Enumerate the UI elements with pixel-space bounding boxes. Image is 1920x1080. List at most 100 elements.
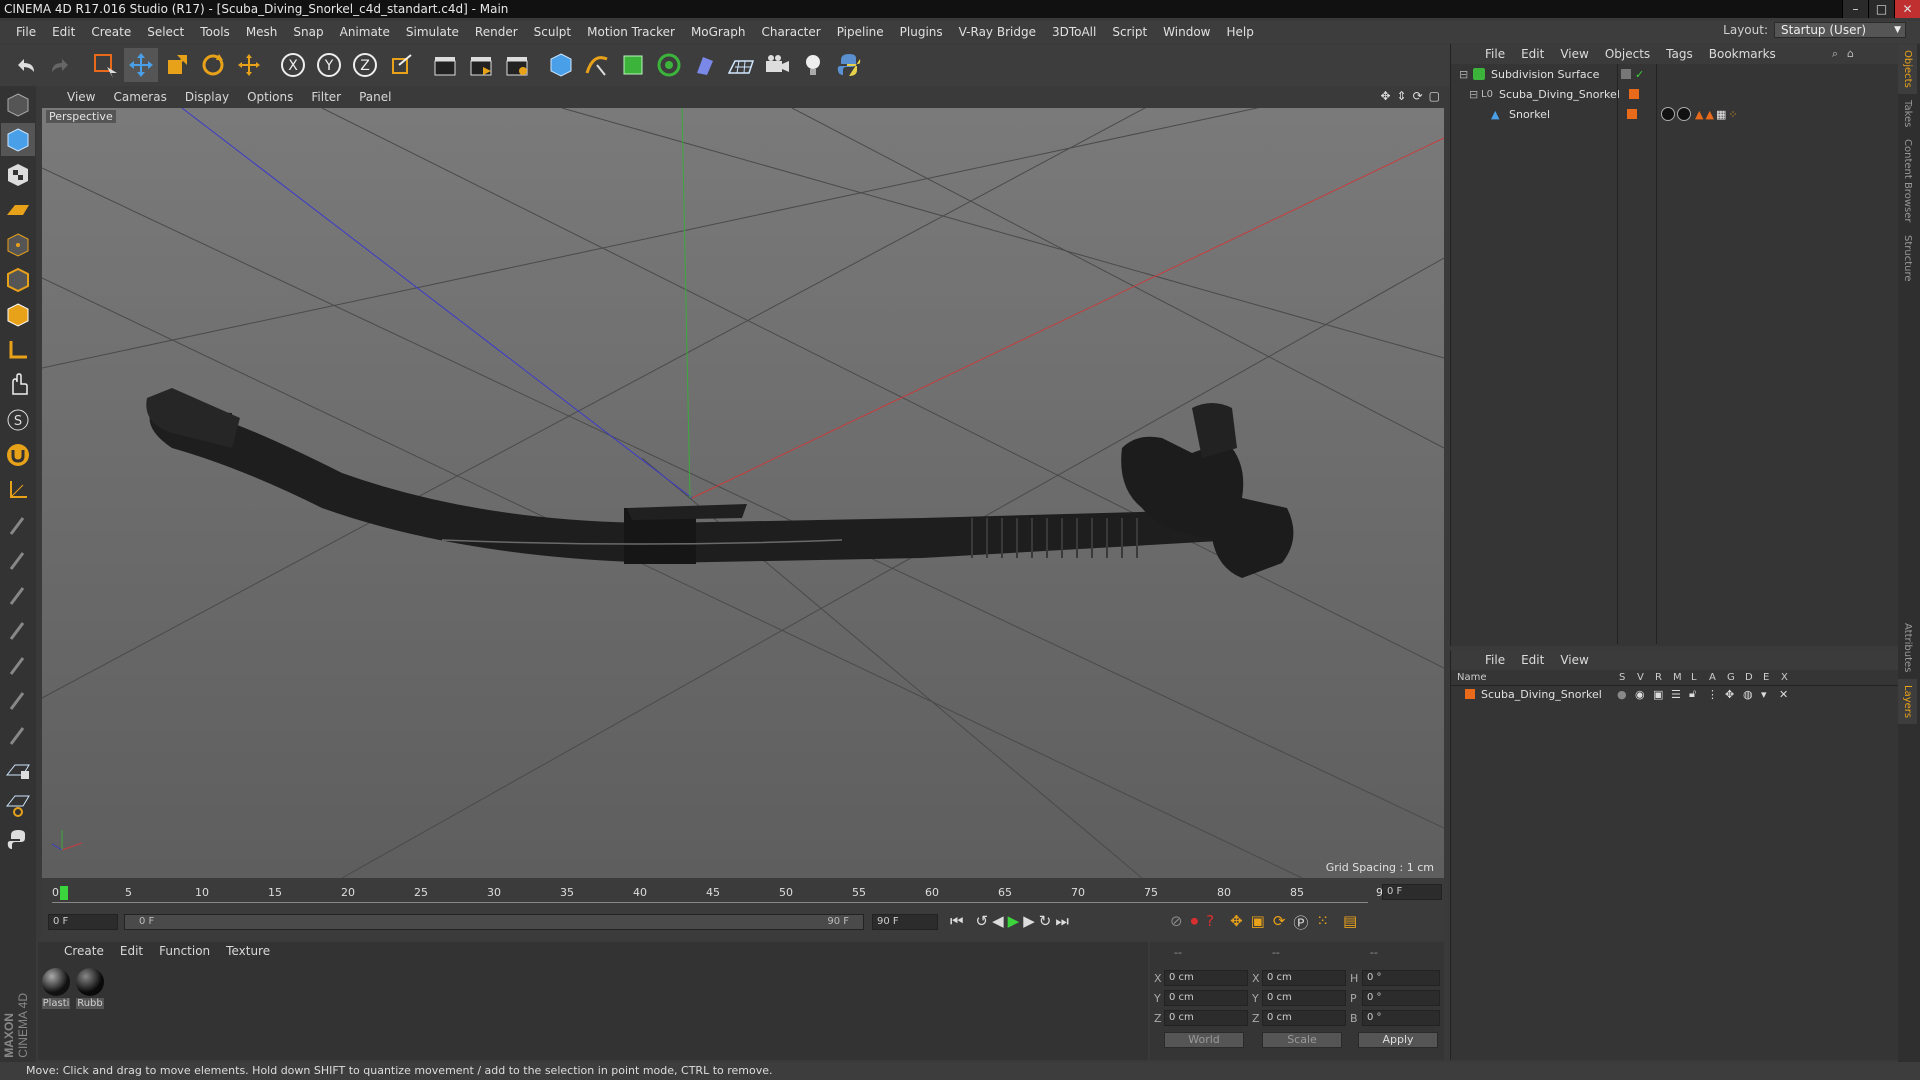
menu-plugins[interactable]: Plugins [892,21,951,43]
add-nurbs-button[interactable] [616,48,650,82]
objmgr-menu-file[interactable]: File [1477,47,1513,61]
layer-render-icon[interactable]: ▣ [1653,688,1671,701]
menu-animate[interactable]: Animate [332,21,398,43]
selection-tag-icon[interactable]: ▲ [1705,108,1713,121]
move-tool-button[interactable] [124,48,158,82]
undo-button[interactable] [8,48,42,82]
menu-simulate[interactable]: Simulate [398,21,467,43]
add-array-button[interactable] [652,48,686,82]
menu-create[interactable]: Create [83,21,139,43]
key-pla-icon[interactable]: ⁙ [1316,912,1329,933]
objmgr-menu-tags[interactable]: Tags [1658,47,1701,61]
material-menu-create[interactable]: Create [56,944,112,962]
current-frame-field[interactable]: 0 F [1382,884,1442,900]
x-axis-lock-button[interactable]: X [276,48,310,82]
layermgr-menu-view[interactable]: View [1552,653,1596,667]
rotate-tool-button[interactable] [196,48,230,82]
edges-mode-button[interactable] [1,263,35,296]
recent-tool-button[interactable] [232,48,266,82]
layer-lock-icon[interactable]: 🔓︎ [1689,687,1707,701]
3d-viewport[interactable]: Perspective Grid Spacing : 1 cm [42,108,1444,878]
menu-character[interactable]: Character [753,21,828,43]
material-menu-function[interactable]: Function [151,944,218,962]
viewport-menu-view[interactable]: View [58,90,104,104]
texture-mode-button[interactable] [1,158,35,191]
brush-tool-6[interactable] [1,683,35,716]
material-swatch[interactable]: Rubb [76,968,104,1009]
dolly-icon[interactable]: ⇕ [1397,89,1407,103]
layer-xref-icon[interactable]: ✕ [1779,688,1797,701]
enabled-check-icon[interactable]: ✓ [1635,68,1644,81]
uvw-tag-icon[interactable]: ▦ [1716,108,1726,121]
objmgr-menu-objects[interactable]: Objects [1597,47,1658,61]
size-z-field[interactable]: 0 cm [1262,1010,1346,1026]
points-mode-button[interactable] [1,228,35,261]
menu-file[interactable]: File [8,21,44,43]
menu-edit[interactable]: Edit [44,21,83,43]
home-icon[interactable]: ⌂ [1847,47,1854,60]
tab-takes[interactable]: Takes [1898,94,1917,133]
material-tag-icon[interactable] [1677,107,1691,121]
maximize-button[interactable]: □ [1868,0,1894,18]
material-menu-edit[interactable]: Edit [112,944,151,962]
material-menu-texture[interactable]: Texture [218,944,278,962]
render-to-picture-viewer-button[interactable] [464,48,498,82]
workplane-mode-button[interactable] [1,193,35,226]
brush-tool-1[interactable] [1,508,35,541]
tweak-mode-button[interactable] [1,368,35,401]
coordinate-space-select[interactable]: World [1164,1032,1244,1048]
add-cube-button[interactable] [544,48,578,82]
live-selection-button[interactable] [88,48,122,82]
menu-help[interactable]: Help [1218,21,1261,43]
layer-expressions-icon[interactable]: ▾ [1761,688,1779,701]
size-x-field[interactable]: 0 cm [1262,970,1346,986]
add-deformer-button[interactable] [688,48,722,82]
record-keys-icon[interactable]: ⊘ [1170,912,1183,933]
close-button[interactable]: ✕ [1894,0,1920,18]
viewport-menu-cameras[interactable]: Cameras [104,90,175,104]
menu-mesh[interactable]: Mesh [238,21,286,43]
menu-motion-tracker[interactable]: Motion Tracker [579,21,683,43]
key-rotation-icon[interactable]: ⟳ [1273,912,1286,933]
menu-script[interactable]: Script [1104,21,1155,43]
menu-mograph[interactable]: MoGraph [683,21,754,43]
position-z-field[interactable]: 0 cm [1164,1010,1248,1026]
brush-tool-3[interactable] [1,578,35,611]
minimize-button[interactable]: – [1842,0,1868,18]
axis-mode-button[interactable] [1,333,35,366]
menu-snap[interactable]: Snap [285,21,331,43]
size-y-field[interactable]: 0 cm [1262,990,1346,1006]
tab-content-browser[interactable]: Content Browser [1898,133,1917,228]
layer-visible-icon[interactable]: ◉ [1635,688,1653,701]
add-camera-button[interactable] [760,48,794,82]
next-frame-icon[interactable]: ▶ [1023,912,1035,930]
rotation-b-field[interactable]: 0 ° [1362,1010,1440,1026]
end-frame-field[interactable]: 90 F [872,914,938,930]
make-editable-button[interactable] [1,88,35,121]
brush-tool-4[interactable] [1,613,35,646]
selection-tag-icon[interactable]: ▲ [1695,108,1703,121]
model-mode-button[interactable] [1,123,35,156]
rotation-p-field[interactable]: 0 ° [1362,990,1440,1006]
size-mode-select[interactable]: Scale [1262,1032,1342,1048]
menu-3dtoall[interactable]: 3DToAll [1044,21,1104,43]
snapping-button[interactable]: S [1,403,35,436]
expand-icon[interactable]: ⊟ [1459,68,1473,81]
python-button[interactable] [1,823,35,856]
brush-tool-7[interactable] [1,718,35,751]
next-key-icon[interactable]: ↻ [1039,912,1052,930]
search-icon[interactable]: ⌕ [1832,47,1838,61]
menu-sculpt[interactable]: Sculpt [526,21,579,43]
viewport-menu-panel[interactable]: Panel [350,90,400,104]
orbit-icon[interactable]: ⟳ [1413,89,1423,103]
pan-icon[interactable]: ✥ [1380,89,1390,103]
objmgr-menu-view[interactable]: View [1552,47,1596,61]
menu-window[interactable]: Window [1155,21,1218,43]
viewport-menu-display[interactable]: Display [176,90,238,104]
maximize-view-icon[interactable]: ▢ [1429,89,1440,103]
start-frame-field[interactable]: 0 F [48,914,118,930]
tab-attributes[interactable]: Attributes [1898,617,1917,678]
menu-render[interactable]: Render [467,21,526,43]
render-settings-button[interactable] [500,48,534,82]
prev-frame-icon[interactable]: ◀ [992,912,1004,930]
